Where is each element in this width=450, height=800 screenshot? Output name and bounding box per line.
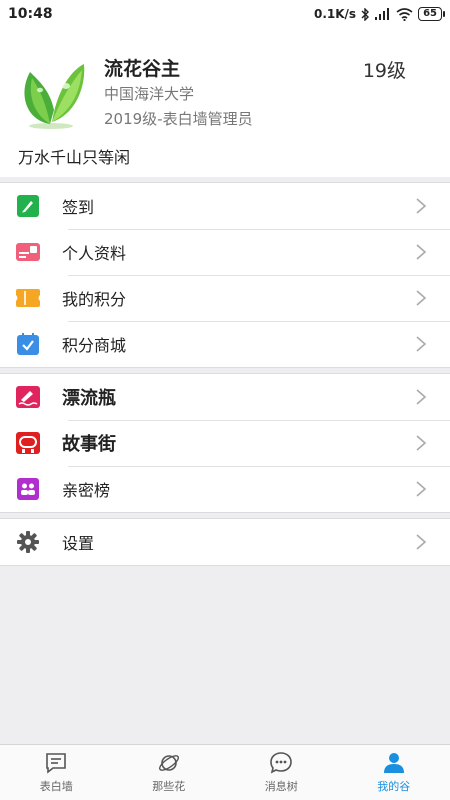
signal-icon — [375, 8, 390, 20]
pen-icon — [16, 194, 40, 218]
avatar[interactable] — [16, 50, 86, 130]
status-bar: 10:48 0.1K/s 65 — [0, 0, 450, 28]
menu-group-account: 签到 个人资料 我的积分 积分商城 — [0, 182, 450, 368]
user-icon — [383, 753, 404, 773]
ticket-icon — [16, 286, 40, 310]
planet-icon — [158, 755, 179, 771]
menu-label: 设置 — [62, 534, 95, 553]
menu-item-checkin[interactable]: 签到 — [0, 183, 450, 229]
menu-item-settings[interactable]: 设置 — [0, 519, 450, 565]
tab-my-valley[interactable]: 我的谷 — [338, 745, 450, 800]
menu-label: 漂流瓶 — [62, 388, 116, 409]
menu-group-social: 漂流瓶 故事街 亲密榜 — [0, 373, 450, 513]
tab-label: 消息树 — [264, 780, 298, 793]
profile-card-icon — [16, 240, 40, 264]
chevron-right-icon — [416, 481, 427, 497]
user-level: 19级 — [362, 60, 406, 82]
status-time: 10:48 — [8, 6, 53, 22]
wall-icon — [46, 753, 67, 774]
user-role: 2019级-表白墙管理员 — [104, 110, 253, 128]
tab-label: 表白墙 — [39, 780, 73, 793]
tab-confession-wall[interactable]: 表白墙 — [0, 745, 113, 800]
user-school: 中国海洋大学 — [104, 85, 195, 103]
menu-label: 签到 — [62, 198, 95, 217]
story-icon — [16, 431, 40, 455]
chat-icon — [270, 752, 293, 774]
profile-card[interactable]: 流花谷主 19级 中国海洋大学 2019级-表白墙管理员 万水千山只等闲 — [0, 28, 450, 177]
chevron-right-icon — [416, 290, 427, 306]
net-speed: 0.1K/s — [313, 7, 357, 21]
menu-label: 故事街 — [62, 434, 116, 455]
chevron-right-icon — [416, 534, 427, 550]
chevron-right-icon — [416, 244, 427, 260]
intimacy-icon — [16, 477, 40, 501]
menu-label: 我的积分 — [62, 290, 127, 309]
tab-label: 我的谷 — [377, 780, 411, 793]
chevron-right-icon — [416, 389, 427, 405]
chevron-right-icon — [416, 336, 427, 352]
status-indicators: 0.1K/s 65 — [313, 7, 445, 21]
wifi-icon — [396, 7, 413, 21]
menu-item-points[interactable]: 我的积分 — [0, 275, 450, 321]
menu-label: 亲密榜 — [62, 481, 111, 500]
user-signature: 万水千山只等闲 — [18, 148, 131, 167]
menu-item-story-street[interactable]: 故事街 — [0, 420, 450, 466]
bottom-tab-bar: 表白墙 那些花 消息树 我的谷 — [0, 744, 450, 800]
drift-bottle-icon — [16, 385, 40, 409]
tab-flowers[interactable]: 那些花 — [113, 745, 226, 800]
gear-icon — [16, 530, 40, 554]
menu-item-profile[interactable]: 个人资料 — [0, 229, 450, 275]
chevron-right-icon — [416, 435, 427, 451]
chevron-right-icon — [416, 198, 427, 214]
menu-item-intimacy-rank[interactable]: 亲密榜 — [0, 466, 450, 512]
menu-item-points-mall[interactable]: 积分商城 — [0, 321, 450, 367]
menu-label: 个人资料 — [62, 244, 127, 263]
menu-group-settings: 设置 — [0, 518, 450, 566]
bluetooth-icon — [361, 7, 370, 21]
tab-message-tree[interactable]: 消息树 — [225, 745, 338, 800]
menu-item-drift-bottle[interactable]: 漂流瓶 — [0, 374, 450, 420]
battery-indicator: 65 — [418, 7, 445, 21]
menu-label: 积分商城 — [62, 336, 127, 355]
calendar-check-icon — [16, 332, 40, 356]
username: 流花谷主 — [104, 58, 181, 80]
tab-label: 那些花 — [152, 780, 186, 793]
